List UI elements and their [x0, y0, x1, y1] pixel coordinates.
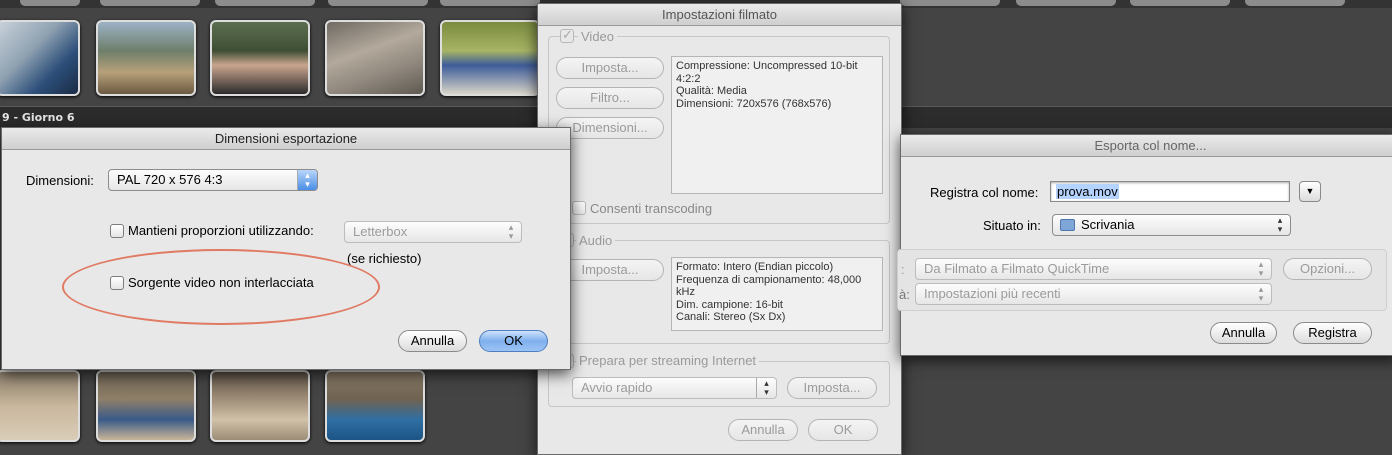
- popup-arrows-icon: ▴ ▾: [1258, 284, 1264, 303]
- streaming-settings-button[interactable]: Imposta...: [787, 377, 877, 399]
- ok-button[interactable]: OK: [479, 330, 548, 352]
- streaming-popup[interactable]: Avvio rapido ▴ ▾: [572, 377, 777, 399]
- clip-thumbnail[interactable]: [96, 370, 196, 442]
- letterbox-popup[interactable]: Letterbox ▴ ▾: [344, 221, 522, 243]
- popup-arrows-icon: ▴ ▾: [1277, 215, 1283, 234]
- keep-ratio-label: Mantieni proporzioni utilizzando:: [128, 223, 314, 238]
- use-label: à:: [899, 287, 910, 302]
- keep-ratio-checkbox[interactable]: [110, 224, 124, 238]
- export-label: :: [901, 262, 905, 277]
- section-label: 9 - Giorno 6: [2, 111, 75, 124]
- audio-settings-button[interactable]: Imposta...: [556, 259, 664, 281]
- video-filter-button[interactable]: Filtro...: [556, 87, 664, 109]
- clip-thumbnail[interactable]: [0, 20, 80, 96]
- clip-thumbnail[interactable]: [325, 370, 425, 442]
- export-dimensions-dialog: Dimensioni esportazione Dimensioni: PAL …: [1, 127, 571, 370]
- video-dimensions: Dimensioni: 720x576 (768x576): [676, 97, 832, 110]
- clip-thumbnail[interactable]: [210, 370, 310, 442]
- options-button[interactable]: Opzioni...: [1283, 258, 1372, 280]
- movie-settings-dialog: Impostazioni filmato Video Imposta... Fi…: [537, 3, 902, 455]
- use-settings-value: Impostazioni più recenti: [924, 286, 1061, 301]
- popup-arrows-icon: ▴ ▾: [297, 170, 317, 190]
- disclosure-triangle-icon: ▼: [1305, 186, 1315, 196]
- audio-format: Formato: Intero (Endian piccolo): [676, 261, 834, 273]
- export-type-popup[interactable]: Da Filmato a Filmato QuickTime ▴ ▾: [915, 258, 1272, 280]
- clip-thumbnail[interactable]: [440, 20, 540, 96]
- video-label: Video: [578, 29, 618, 44]
- dimensions-value: PAL 720 x 576 4:3: [117, 172, 223, 187]
- where-popup[interactable]: Scrivania ▴ ▾: [1052, 214, 1291, 236]
- popup-arrows-icon: ▴ ▾: [508, 222, 514, 241]
- use-settings-popup[interactable]: Impostazioni più recenti ▴ ▾: [915, 283, 1272, 305]
- video-size-button[interactable]: Dimensioni...: [556, 117, 664, 139]
- export-type-value: Da Filmato a Filmato QuickTime: [924, 261, 1110, 276]
- where-label: Situato in:: [983, 218, 1041, 233]
- audio-sample-rate: Frequenza di campionamento: 48,000 kHz: [676, 273, 862, 299]
- save-as-label: Registra col nome:: [930, 185, 1039, 200]
- video-quality: Qualità: Media: [676, 85, 747, 97]
- video-compression: Compressione: Uncompressed 10-bit 4:2:2: [676, 60, 858, 85]
- audio-label: Audio: [576, 233, 616, 248]
- cancel-button[interactable]: Annulla: [1210, 322, 1277, 344]
- folder-icon: [1060, 219, 1075, 231]
- audio-sample-size: Dim. campione: 16-bit: [676, 298, 783, 311]
- audio-info-box: Formato: Intero (Endian piccolo) Frequen…: [671, 257, 883, 331]
- save-as-panel: Esporta col nome... Registra col nome: p…: [897, 134, 1392, 356]
- dialog-title: Dimensioni esportazione: [2, 128, 570, 150]
- panel-title: Esporta col nome...: [901, 135, 1392, 157]
- streaming-label: Prepara per streaming Internet: [576, 353, 760, 368]
- video-settings-button[interactable]: Imposta...: [556, 57, 664, 79]
- cancel-button[interactable]: Annulla: [728, 419, 798, 441]
- streaming-value: Avvio rapido: [581, 380, 653, 395]
- where-value: Scrivania: [1081, 217, 1135, 232]
- save-button[interactable]: Registra: [1293, 322, 1372, 344]
- video-checkbox[interactable]: [560, 27, 574, 43]
- clip-thumbnail[interactable]: [96, 20, 196, 96]
- cancel-button[interactable]: Annulla: [398, 330, 467, 352]
- clip-thumbnail[interactable]: [0, 370, 80, 442]
- letterbox-value: Letterbox: [353, 224, 408, 239]
- dialog-title: Impostazioni filmato: [538, 4, 901, 26]
- dimensions-label: Dimensioni:: [26, 173, 94, 188]
- highlight-ellipse: [62, 249, 380, 325]
- transcoding-checkbox[interactable]: [572, 201, 586, 215]
- if-needed-label: (se richiesto): [347, 251, 422, 266]
- clip-thumbnail[interactable]: [210, 20, 310, 96]
- dimensions-popup[interactable]: PAL 720 x 576 4:3 ▴ ▾: [108, 169, 318, 191]
- popup-arrows-icon: ▴ ▾: [1258, 259, 1264, 278]
- audio-channels: Canali: Stereo (Sx Dx): [676, 311, 786, 323]
- transcoding-label: Consenti transcoding: [590, 201, 713, 216]
- clip-thumbnail[interactable]: [325, 20, 425, 96]
- popup-arrows-icon: ▴ ▾: [756, 378, 776, 398]
- video-info-box: Compressione: Uncompressed 10-bit 4:2:2 …: [671, 56, 883, 194]
- filename-field[interactable]: prova.mov: [1050, 181, 1290, 202]
- ok-button[interactable]: OK: [808, 419, 878, 441]
- expand-panel-button[interactable]: ▼: [1299, 181, 1321, 202]
- filename-value: prova.mov: [1056, 184, 1119, 199]
